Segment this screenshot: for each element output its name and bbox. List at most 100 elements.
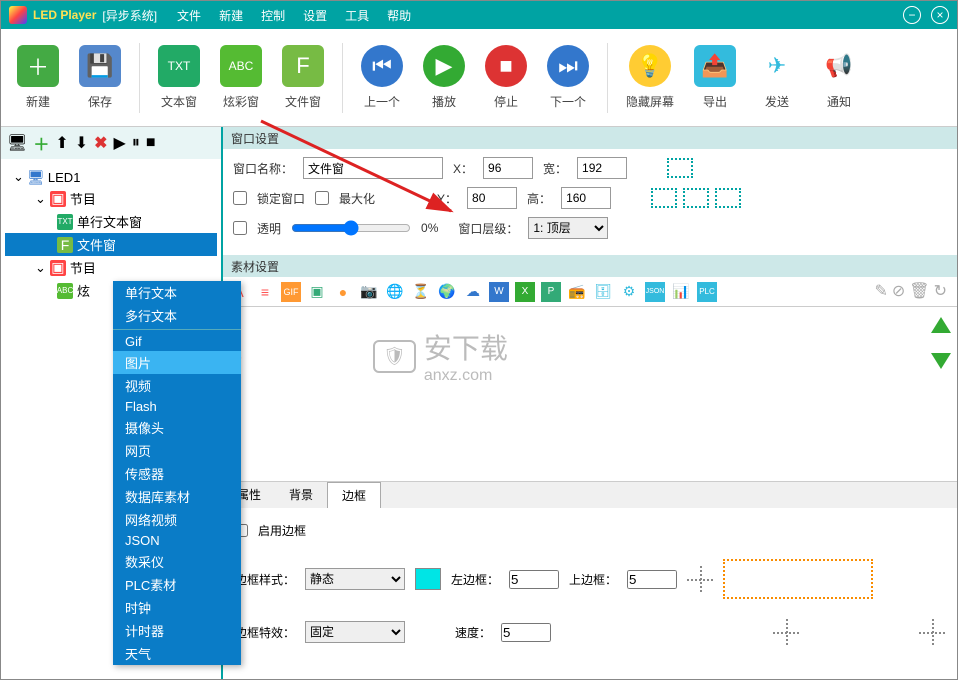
handle-icon[interactable]	[919, 619, 945, 645]
height-input[interactable]	[561, 187, 611, 209]
tree-program2[interactable]: ⌄▣节目	[5, 256, 217, 279]
move-down-button[interactable]	[931, 353, 951, 369]
x-input[interactable]	[483, 157, 533, 179]
tool-color[interactable]: ABC炫彩窗	[214, 41, 268, 114]
menu-new[interactable]: 新建	[219, 7, 243, 24]
ctx-web[interactable]: 网页	[113, 439, 241, 462]
cancel-icon[interactable]: ⊘	[892, 281, 905, 301]
video-icon[interactable]: ●	[333, 282, 353, 302]
play-small-icon[interactable]: ▶	[114, 133, 126, 153]
ctx-sensor[interactable]: 传感器	[113, 462, 241, 485]
border-style-select[interactable]: 静态	[305, 568, 405, 590]
ctx-timer[interactable]: 计时器	[113, 619, 241, 642]
up-icon[interactable]: ⬆	[55, 133, 68, 153]
tree-root[interactable]: ⌄🖥LED1	[5, 167, 217, 187]
marker-icon[interactable]	[683, 188, 709, 208]
web-icon[interactable]: 🌐	[385, 282, 405, 302]
ctx-image[interactable]: 图片	[113, 351, 241, 374]
top-border-input[interactable]	[627, 570, 677, 589]
marker-icon[interactable]	[651, 188, 677, 208]
tool-hide[interactable]: 💡隐藏屏幕	[620, 41, 680, 114]
move-up-button[interactable]	[931, 317, 951, 333]
tool-send[interactable]: ✈发送	[750, 41, 804, 114]
trash-icon[interactable]: 🗑	[909, 281, 929, 301]
left-border-input[interactable]	[509, 570, 559, 589]
tool-prev[interactable]: ⏮上一个	[355, 41, 409, 114]
tool-file[interactable]: F文件窗	[276, 41, 330, 114]
cloud-icon[interactable]: ☁	[463, 282, 483, 302]
tree-item-text[interactable]: TXT单行文本窗	[5, 210, 217, 233]
ctx-single-text[interactable]: 单行文本	[113, 281, 241, 304]
trans-slider[interactable]	[291, 220, 411, 236]
ctx-plc[interactable]: PLC素材	[113, 573, 241, 596]
y-input[interactable]	[467, 187, 517, 209]
trans-checkbox[interactable]	[233, 221, 247, 235]
tab-border[interactable]: 边框	[327, 482, 381, 508]
ctx-gif[interactable]: Gif	[113, 332, 241, 351]
pause-small-icon[interactable]: ⏸	[132, 134, 140, 152]
screen-icon[interactable]: 🖥	[7, 133, 27, 153]
image-icon[interactable]: ▣	[307, 282, 327, 302]
ppt-icon[interactable]: P	[541, 282, 561, 302]
plc-icon[interactable]: PLC	[697, 282, 717, 302]
speed-input[interactable]	[501, 623, 551, 642]
gif-icon[interactable]: GIF	[281, 282, 301, 302]
close-button[interactable]: ×	[931, 6, 949, 24]
hourglass-icon[interactable]: ⏳	[411, 282, 431, 302]
edit-icon[interactable]: ✎	[874, 281, 887, 301]
ctx-json[interactable]: JSON	[113, 531, 241, 550]
window-name-input[interactable]	[303, 157, 443, 179]
menu-control[interactable]: 控制	[261, 7, 285, 24]
lines-icon[interactable]: ≡	[255, 282, 275, 302]
network-icon[interactable]: ⚙	[619, 282, 639, 302]
json-icon[interactable]: JSON	[645, 282, 665, 302]
ctx-video[interactable]: 视频	[113, 374, 241, 397]
tool-text[interactable]: TXT文本窗	[152, 41, 206, 114]
ctx-flash[interactable]: Flash	[113, 397, 241, 416]
color-swatch[interactable]	[415, 568, 441, 590]
ctx-db[interactable]: 数据库素材	[113, 485, 241, 508]
ctx-camera[interactable]: 摄像头	[113, 416, 241, 439]
ctx-gather[interactable]: 数采仪	[113, 550, 241, 573]
menu-file[interactable]: 文件	[177, 7, 201, 24]
ctx-clock[interactable]: 时钟	[113, 596, 241, 619]
border-effect-select[interactable]: 固定	[305, 621, 405, 643]
tab-bg[interactable]: 背景	[275, 482, 327, 508]
tree-item-file[interactable]: F文件窗	[5, 233, 217, 256]
ctx-weather[interactable]: 天气	[113, 642, 241, 665]
gather-icon[interactable]: 📊	[671, 282, 691, 302]
minimize-button[interactable]: −	[903, 6, 921, 24]
menu-help[interactable]: 帮助	[387, 7, 411, 24]
refresh-icon[interactable]: ↻	[934, 281, 947, 301]
tree-program1[interactable]: ⌄▣节目	[5, 187, 217, 210]
max-checkbox[interactable]	[315, 191, 329, 205]
tool-new[interactable]: ＋新建	[11, 41, 65, 114]
ctx-netvideo[interactable]: 网络视频	[113, 508, 241, 531]
tool-export[interactable]: 📤导出	[688, 41, 742, 114]
tool-save[interactable]: 💾保存	[73, 41, 127, 114]
down-icon[interactable]: ⬇	[75, 133, 88, 153]
add-icon[interactable]: ＋	[33, 131, 49, 155]
handle-icon[interactable]	[687, 566, 713, 592]
tool-next[interactable]: ⏭下一个	[541, 41, 595, 114]
tool-play[interactable]: ▶播放	[417, 41, 471, 114]
sensor-icon[interactable]: 📻	[567, 282, 587, 302]
handle-icon[interactable]	[773, 619, 799, 645]
ctx-multi-text[interactable]: 多行文本	[113, 304, 241, 327]
lock-checkbox[interactable]	[233, 191, 247, 205]
camera-icon[interactable]: 📷	[359, 282, 379, 302]
db-icon[interactable]: 🗄	[593, 282, 613, 302]
stop-small-icon[interactable]: ■	[146, 134, 156, 152]
level-select[interactable]: 1: 顶层	[528, 217, 608, 239]
tool-notify[interactable]: 📢通知	[812, 41, 866, 114]
menu-settings[interactable]: 设置	[303, 7, 327, 24]
width-input[interactable]	[577, 157, 627, 179]
delete-icon[interactable]: ✖	[94, 133, 107, 153]
excel-icon[interactable]: X	[515, 282, 535, 302]
marker-icon[interactable]	[667, 158, 693, 178]
globe-icon[interactable]: 🌍	[437, 282, 457, 302]
tool-stop[interactable]: ■停止	[479, 41, 533, 114]
menu-tools[interactable]: 工具	[345, 7, 369, 24]
word-icon[interactable]: W	[489, 282, 509, 302]
marker-icon[interactable]	[715, 188, 741, 208]
